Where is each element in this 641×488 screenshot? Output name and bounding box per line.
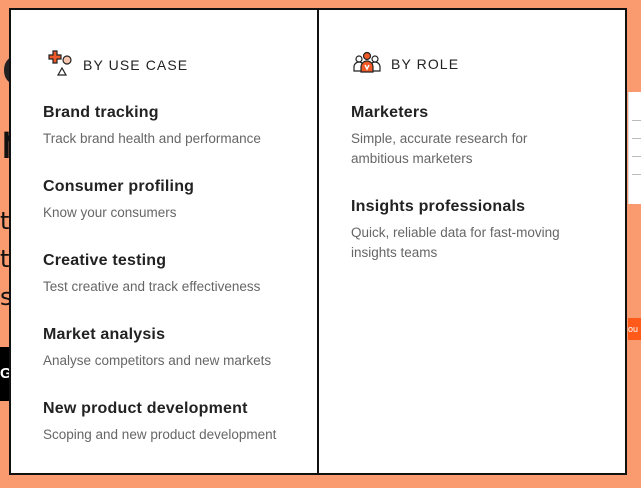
use-case-column: BY USE CASE Brand tracking Track brand h… [11, 10, 319, 473]
menu-item-consumer-profiling[interactable]: Consumer profiling Know your consumers [43, 178, 194, 223]
use-case-shapes-icon [45, 50, 83, 79]
menu-item-market-analysis[interactable]: Market analysis Analyse competitors and … [43, 326, 271, 371]
menu-item-marketers[interactable]: Marketers Simple, accurate research for … [351, 104, 571, 169]
role-column: BY ROLE Marketers Simple, accurate resea… [319, 10, 625, 473]
use-case-heading-label: BY USE CASE [83, 56, 189, 73]
background-text-fragment-2: t [0, 245, 10, 273]
menu-item-new-product-development[interactable]: New product development Scoping and new … [43, 400, 276, 445]
use-case-heading: BY USE CASE [45, 50, 188, 79]
menu-item-title: Insights professionals [351, 198, 526, 215]
role-heading: BY ROLE [353, 50, 459, 77]
menu-item-description: Know your consumers [43, 205, 177, 220]
menu-item-brand-tracking[interactable]: Brand tracking Track brand health and pe… [43, 104, 261, 149]
menu-item-description: Analyse competitors and new markets [43, 353, 272, 368]
background-screenshot-fragment [628, 92, 641, 204]
background-orange-button[interactable]: ou [628, 318, 641, 340]
menu-item-title: Brand tracking [43, 104, 159, 121]
menu-item-description: Scoping and new product development [43, 427, 277, 442]
people-group-icon [353, 50, 391, 77]
menu-item-title: New product development [43, 400, 248, 417]
menu-item-description: Quick, reliable data for fast-moving ins… [351, 225, 560, 260]
menu-item-title: Market analysis [43, 326, 166, 343]
menu-item-creative-testing[interactable]: Creative testing Test creative and track… [43, 252, 260, 297]
menu-item-title: Marketers [351, 104, 429, 121]
menu-item-description: Track brand health and performance [43, 131, 261, 146]
menu-item-title: Consumer profiling [43, 178, 195, 195]
solutions-dropdown-menu: BY USE CASE Brand tracking Track brand h… [9, 8, 627, 475]
menu-item-description: Test creative and track effectiveness [43, 279, 261, 294]
menu-item-insights-professionals[interactable]: Insights professionals Quick, reliable d… [351, 198, 591, 263]
menu-item-description: Simple, accurate research for ambitious … [351, 131, 528, 166]
menu-item-title: Creative testing [43, 252, 167, 269]
role-heading-label: BY ROLE [391, 55, 460, 72]
